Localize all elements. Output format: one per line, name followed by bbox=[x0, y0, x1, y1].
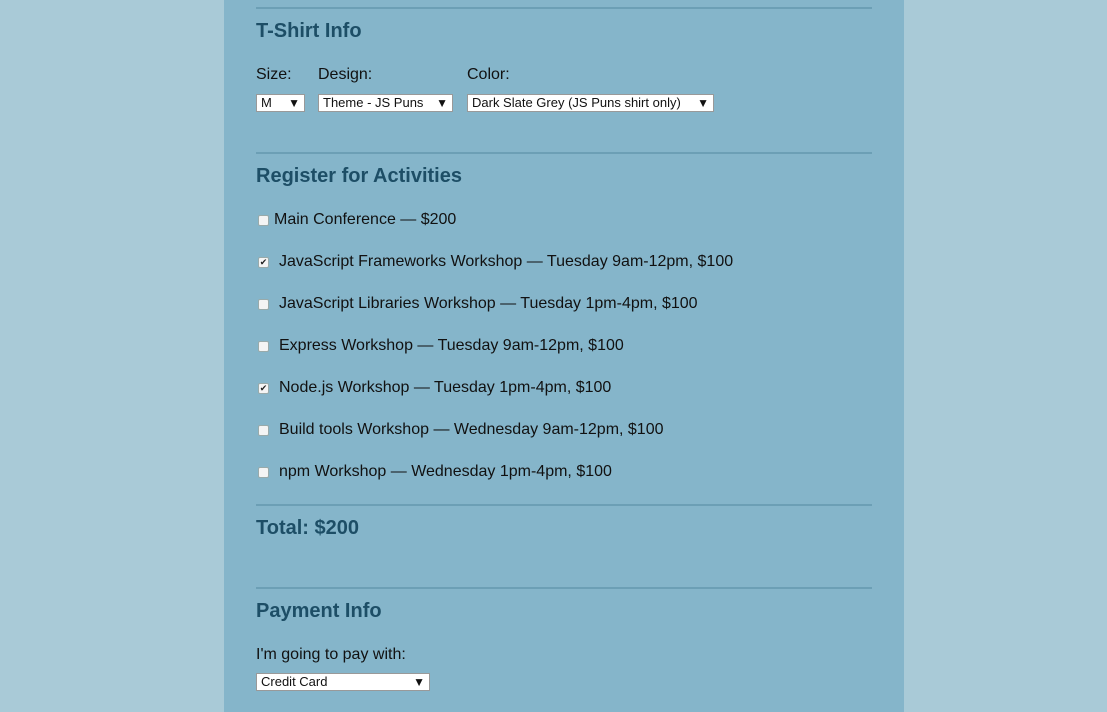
activity-label: npm Workshop — Wednesday 1pm-4pm, $100 bbox=[279, 463, 612, 480]
tshirt-section-heading: T-Shirt Info bbox=[256, 20, 362, 42]
size-select[interactable]: M ▼ bbox=[256, 94, 305, 112]
activity-label: JavaScript Libraries Workshop — Tuesday … bbox=[279, 295, 698, 312]
total-cost: Total: $200 bbox=[256, 517, 359, 539]
activity-checkbox[interactable] bbox=[258, 214, 269, 226]
activity-checkbox[interactable]: ✔ bbox=[258, 256, 269, 268]
activity-checkbox[interactable] bbox=[258, 298, 269, 310]
chevron-down-icon: ▼ bbox=[288, 96, 300, 110]
design-select[interactable]: Theme - JS Puns ▼ bbox=[318, 94, 453, 112]
activity-checkbox-row[interactable]: Express Workshop — Tuesday 9am-12pm, $10… bbox=[258, 335, 624, 357]
chevron-down-icon: ▼ bbox=[413, 675, 425, 689]
activity-checkbox[interactable] bbox=[258, 424, 269, 436]
chevron-down-icon: ▼ bbox=[436, 96, 448, 110]
chevron-down-icon: ▼ bbox=[697, 96, 709, 110]
design-label: Design: bbox=[318, 66, 373, 83]
activity-label: Main Conference — $200 bbox=[274, 211, 457, 228]
activity-label: Express Workshop — Tuesday 9am-12pm, $10… bbox=[279, 337, 624, 354]
payment-section-heading: Payment Info bbox=[256, 600, 382, 622]
design-select-value: Theme - JS Puns bbox=[323, 95, 424, 110]
payment-method-label: I'm going to pay with: bbox=[256, 646, 406, 663]
color-select[interactable]: Dark Slate Grey (JS Puns shirt only) ▼ bbox=[467, 94, 714, 112]
activity-checkbox-row[interactable]: ✔ JavaScript Frameworks Workshop — Tuesd… bbox=[258, 251, 733, 273]
section-divider bbox=[256, 587, 872, 589]
payment-method-select[interactable]: Credit Card ▼ bbox=[256, 673, 430, 691]
payment-method-value: Credit Card bbox=[261, 674, 328, 689]
activity-checkbox-row[interactable]: JavaScript Libraries Workshop — Tuesday … bbox=[258, 293, 698, 315]
activity-checkbox-row[interactable]: Main Conference — $200 bbox=[258, 209, 456, 231]
activity-label: JavaScript Frameworks Workshop — Tuesday… bbox=[279, 253, 734, 270]
size-label: Size: bbox=[256, 66, 292, 83]
section-divider bbox=[256, 152, 872, 154]
section-divider bbox=[256, 504, 872, 506]
activities-section-heading: Register for Activities bbox=[256, 165, 462, 187]
registration-form-panel: T-Shirt Info Size: M ▼ Design: Theme - J… bbox=[224, 0, 904, 712]
activity-checkbox-row[interactable]: Build tools Workshop — Wednesday 9am-12p… bbox=[258, 419, 664, 441]
activity-checkbox-row[interactable]: ✔ Node.js Workshop — Tuesday 1pm-4pm, $1… bbox=[258, 377, 611, 399]
activity-checkbox-row[interactable]: npm Workshop — Wednesday 1pm-4pm, $100 bbox=[258, 461, 612, 483]
activity-checkbox[interactable]: ✔ bbox=[258, 382, 269, 394]
activity-label: Node.js Workshop — Tuesday 1pm-4pm, $100 bbox=[279, 379, 612, 396]
activity-checkbox[interactable] bbox=[258, 340, 269, 352]
size-select-value: M bbox=[261, 95, 272, 110]
activity-label: Build tools Workshop — Wednesday 9am-12p… bbox=[279, 421, 664, 438]
color-select-value: Dark Slate Grey (JS Puns shirt only) bbox=[472, 95, 681, 110]
color-label: Color: bbox=[467, 66, 510, 83]
section-divider bbox=[256, 7, 872, 9]
activity-checkbox[interactable] bbox=[258, 466, 269, 478]
